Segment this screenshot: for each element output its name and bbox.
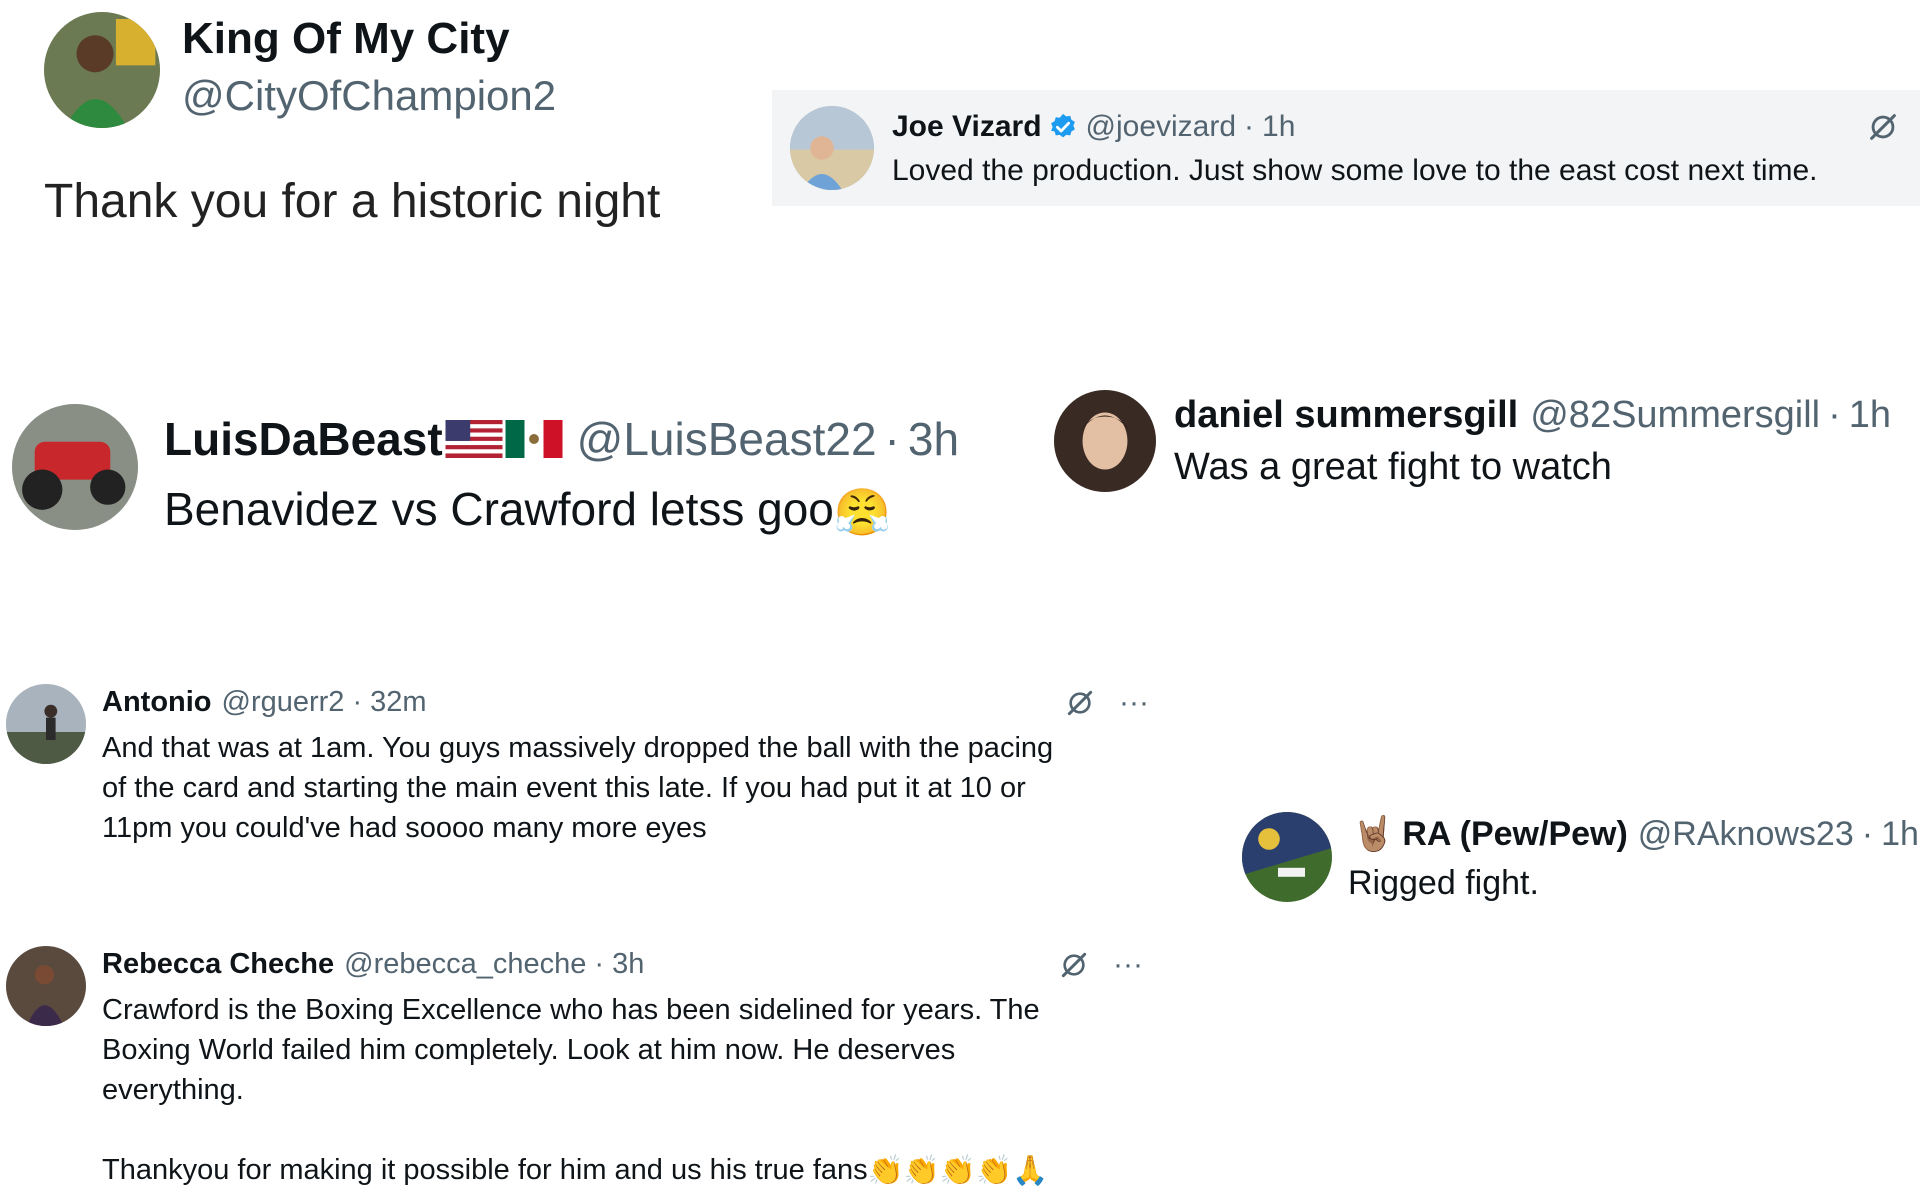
user-avatar-icon	[790, 106, 874, 190]
timestamp[interactable]: 1h	[1849, 394, 1891, 437]
handle[interactable]: @rguerr2	[222, 686, 345, 719]
handle[interactable]: @joevizard	[1086, 110, 1237, 144]
separator: ·	[594, 948, 605, 980]
avatar[interactable]	[6, 946, 86, 1026]
post-text-wrap: Crawford is the Boxing Excellence who ha…	[102, 990, 1162, 1191]
handle[interactable]: @LuisBeast22	[577, 412, 877, 466]
display-name[interactable]: daniel summersgill	[1174, 394, 1518, 437]
emoji-steam-face: 😤	[833, 486, 892, 539]
post-header: LuisDaBeast @LuisBeast22 · 3h	[164, 412, 959, 466]
avatar[interactable]	[44, 12, 160, 128]
post-rebeccacheche: Rebecca Cheche @rebecca_cheche · 3h ··· …	[0, 930, 1160, 1200]
post-text: And that was at 1am. You guys massively …	[102, 732, 1054, 844]
post-joevizard: Joe Vizard @joevizard · 1h Loved the pro…	[772, 90, 1920, 206]
post-text: Benavidez vs Crawford letss goo	[164, 483, 834, 535]
post-raknows: 🤘🏽 RA (Pew/Pew) @RAknows23 · 1h Rigged f…	[1230, 800, 1920, 920]
user-avatar-icon	[6, 684, 86, 764]
post-luisdabeast: LuisDaBeast @LuisBeast22 · 3h Benavidez …	[0, 390, 1040, 550]
verified-badge-icon	[1050, 113, 1075, 138]
post-actions: ···	[1056, 947, 1146, 983]
post-text: Loved the production. Just show some lov…	[892, 154, 1818, 187]
display-name[interactable]: Joe Vizard	[892, 110, 1042, 144]
post-header: Antonio @rguerr2 · 32m ···	[102, 686, 1152, 719]
timestamp[interactable]: 3h	[908, 412, 959, 466]
user-avatar-icon	[44, 12, 160, 128]
post-text: Thank you for a historic night	[44, 175, 661, 228]
display-name[interactable]: Rebecca Cheche	[102, 948, 334, 981]
handle[interactable]: @CityOfChampion2	[182, 72, 556, 120]
grok-icon[interactable]	[1866, 110, 1900, 144]
post-text: Was a great fight to watch	[1174, 446, 1612, 488]
display-name[interactable]: Antonio	[102, 686, 212, 719]
user-avatar-icon	[12, 404, 138, 530]
emoji-rock-hand: 🤘🏽	[1352, 815, 1395, 853]
post-actions: ···	[1062, 685, 1152, 721]
post-antonio: Antonio @rguerr2 · 32m ··· And that was …	[0, 670, 1160, 860]
post-danielsummersgill: daniel summersgill @82Summersgill · 1h W…	[1040, 380, 1920, 510]
more-icon[interactable]: ···	[1116, 685, 1152, 721]
user-avatar-icon	[1242, 812, 1332, 902]
post-header: 🤘🏽 RA (Pew/Pew) @RAknows23 · 1h	[1352, 814, 1919, 854]
emoji-clapping-hands: 👏👏👏👏🙏	[867, 1155, 1049, 1188]
display-name[interactable]: King Of My City	[182, 14, 510, 64]
handle[interactable]: @82Summersgill	[1530, 394, 1820, 437]
us-flag-icon	[445, 420, 503, 458]
post-text-wrap: Benavidez vs Crawford letss goo😤	[164, 482, 891, 540]
post-header: Joe Vizard @joevizard · 1h	[892, 110, 1295, 144]
display-name[interactable]: RA (Pew/Pew)	[1402, 815, 1627, 854]
mexico-flag-icon	[505, 420, 563, 458]
user-avatar-icon	[1054, 390, 1156, 492]
avatar[interactable]	[790, 106, 874, 190]
display-name[interactable]: LuisDaBeast	[164, 412, 443, 466]
timestamp[interactable]: 3h	[612, 948, 644, 981]
timestamp[interactable]: 32m	[370, 686, 426, 719]
separator: ·	[884, 413, 900, 465]
user-avatar-icon	[6, 946, 86, 1026]
separator: ·	[1244, 110, 1255, 143]
separator: ·	[1828, 394, 1841, 436]
avatar[interactable]	[6, 684, 86, 764]
post-kingofmycity: King Of My City @CityOfChampion2 Thank y…	[0, 0, 760, 260]
avatar[interactable]	[1242, 812, 1332, 902]
timestamp[interactable]: 1h	[1881, 815, 1919, 854]
avatar[interactable]	[1054, 390, 1156, 492]
grok-icon[interactable]	[1062, 685, 1098, 721]
post-header: Rebecca Cheche @rebecca_cheche · 3h ···	[102, 948, 1152, 981]
separator: ·	[1861, 814, 1874, 853]
post-header: daniel summersgill @82Summersgill · 1h	[1174, 394, 1891, 437]
grok-icon[interactable]	[1056, 947, 1092, 983]
more-icon[interactable]: ···	[1110, 947, 1146, 983]
avatar[interactable]	[12, 404, 138, 530]
post-text: Rigged fight.	[1348, 864, 1539, 902]
timestamp[interactable]: 1h	[1262, 110, 1295, 144]
handle[interactable]: @rebecca_cheche	[344, 948, 586, 981]
handle[interactable]: @RAknows23	[1638, 815, 1854, 854]
separator: ·	[352, 686, 363, 718]
